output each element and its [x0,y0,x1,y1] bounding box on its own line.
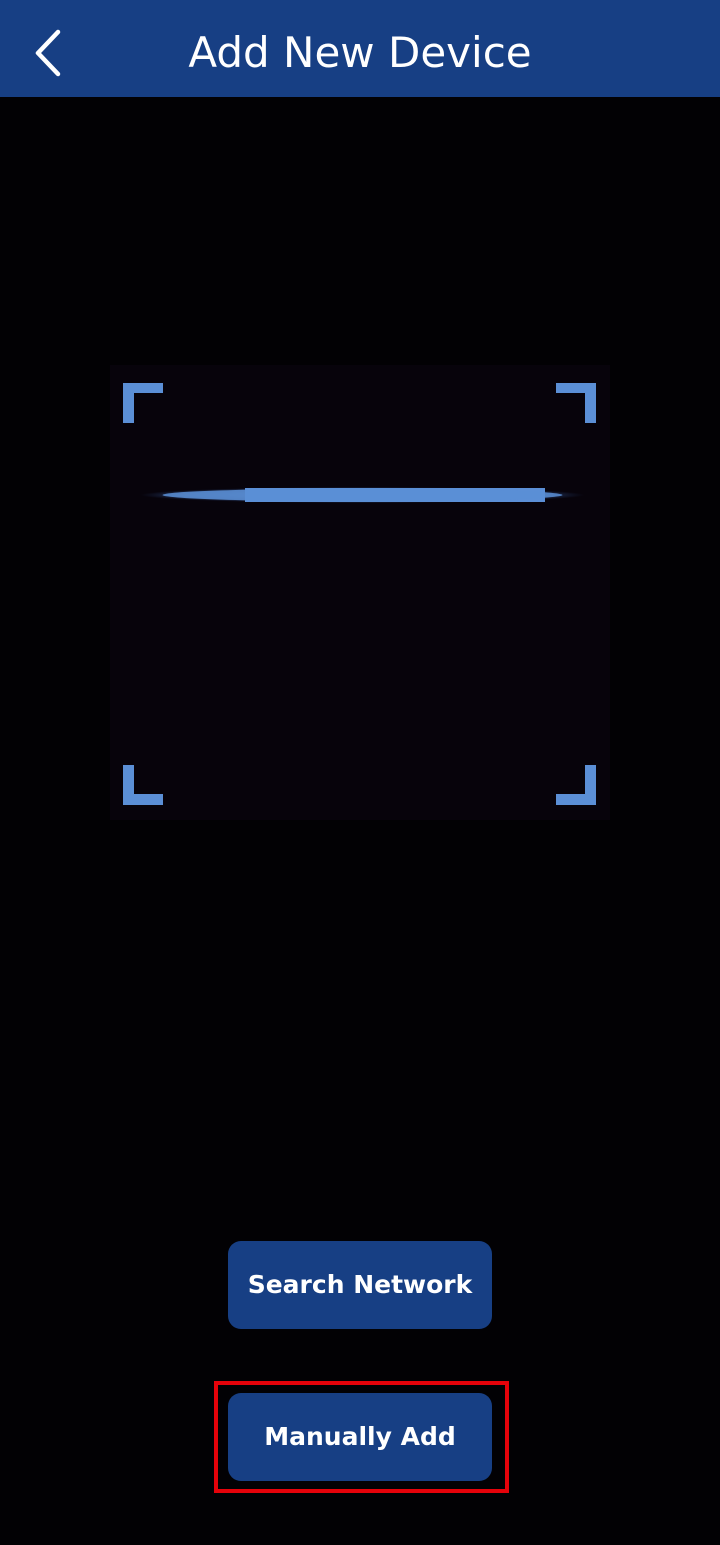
scan-frame-corner-bottom-right [556,765,597,806]
manually-add-button[interactable]: Manually Add [228,1393,492,1481]
add-device-screen: Add New Device Search Network Manually A… [0,0,720,1545]
search-network-button[interactable]: Search Network [228,1241,492,1329]
scan-viewfinder [110,365,610,820]
scan-frame-corner-top-left [123,383,164,424]
scan-frame-corner-top-right [556,383,597,424]
scan-line [140,487,585,503]
scan-frame-corner-bottom-left [123,765,164,806]
page-title: Add New Device [188,28,532,77]
